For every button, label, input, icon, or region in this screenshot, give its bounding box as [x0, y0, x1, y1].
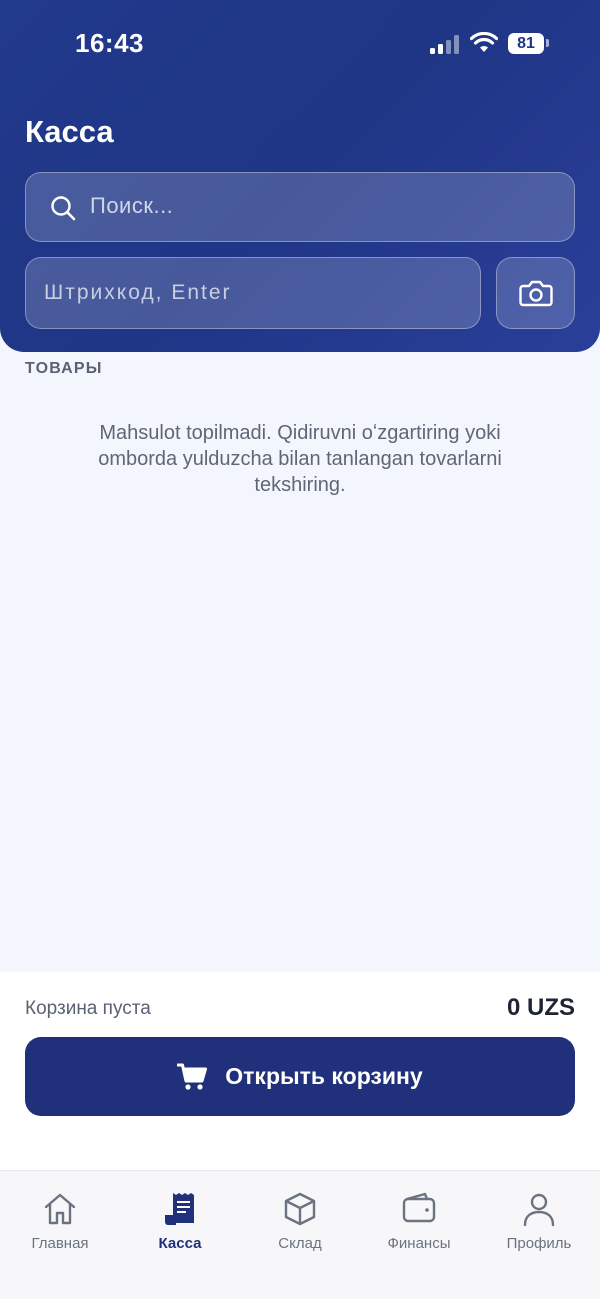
battery-indicator: 81 [508, 33, 544, 54]
barcode-input[interactable] [44, 258, 464, 327]
tab-finance[interactable]: Финансы [364, 1191, 474, 1261]
cart-total: 0 UZS [506, 994, 575, 1021]
battery-tip [546, 39, 549, 47]
home-icon [44, 1193, 76, 1225]
receipt-icon [165, 1193, 194, 1225]
tab-warehouse-label: Склад [278, 1235, 322, 1252]
search-input[interactable] [90, 173, 560, 239]
camera-icon [518, 280, 553, 307]
tab-profile-label: Профиль [506, 1235, 572, 1252]
tab-home-label: Главная [31, 1235, 89, 1252]
open-cart-label: Открыть корзину [225, 1063, 423, 1089]
cart-panel: Корзина пуста 0 UZS Открыть корзину [0, 972, 600, 1170]
barcode-field[interactable] [25, 257, 481, 329]
camera-scan-button[interactable] [496, 257, 575, 329]
tab-finance-label: Финансы [387, 1235, 451, 1252]
empty-products-message: Mahsulot topilmadi. Qidiruvni oʻzgartiri… [98, 422, 502, 496]
cart-icon [177, 1063, 208, 1090]
tab-kassa-label: Касса [158, 1235, 202, 1252]
bottom-tab-bar: Главная Касса Склад Финансы Профиль [0, 1170, 600, 1299]
tab-profile[interactable]: Профиль [484, 1191, 594, 1261]
tab-kassa[interactable]: Касса [125, 1191, 235, 1261]
search-field[interactable] [25, 172, 575, 242]
open-cart-button[interactable]: Открыть корзину [25, 1037, 575, 1116]
tab-warehouse[interactable]: Склад [245, 1191, 355, 1261]
cart-status: Корзина пуста [25, 998, 151, 1019]
products-section-label: ТОВАРЫ [25, 360, 103, 377]
status-bar: 16:43 81 [0, 0, 600, 90]
battery-level: 81 [517, 34, 535, 52]
header: 16:43 81 Касса [0, 0, 600, 352]
wifi-icon [470, 32, 498, 52]
user-icon [523, 1193, 555, 1227]
tab-home[interactable]: Главная [5, 1191, 115, 1261]
search-icon [51, 196, 76, 221]
cellular-signal-icon [430, 34, 462, 54]
box-icon [284, 1192, 316, 1226]
status-time: 16:43 [75, 28, 144, 58]
page-title: Касса [25, 114, 114, 149]
wallet-icon [402, 1192, 436, 1223]
